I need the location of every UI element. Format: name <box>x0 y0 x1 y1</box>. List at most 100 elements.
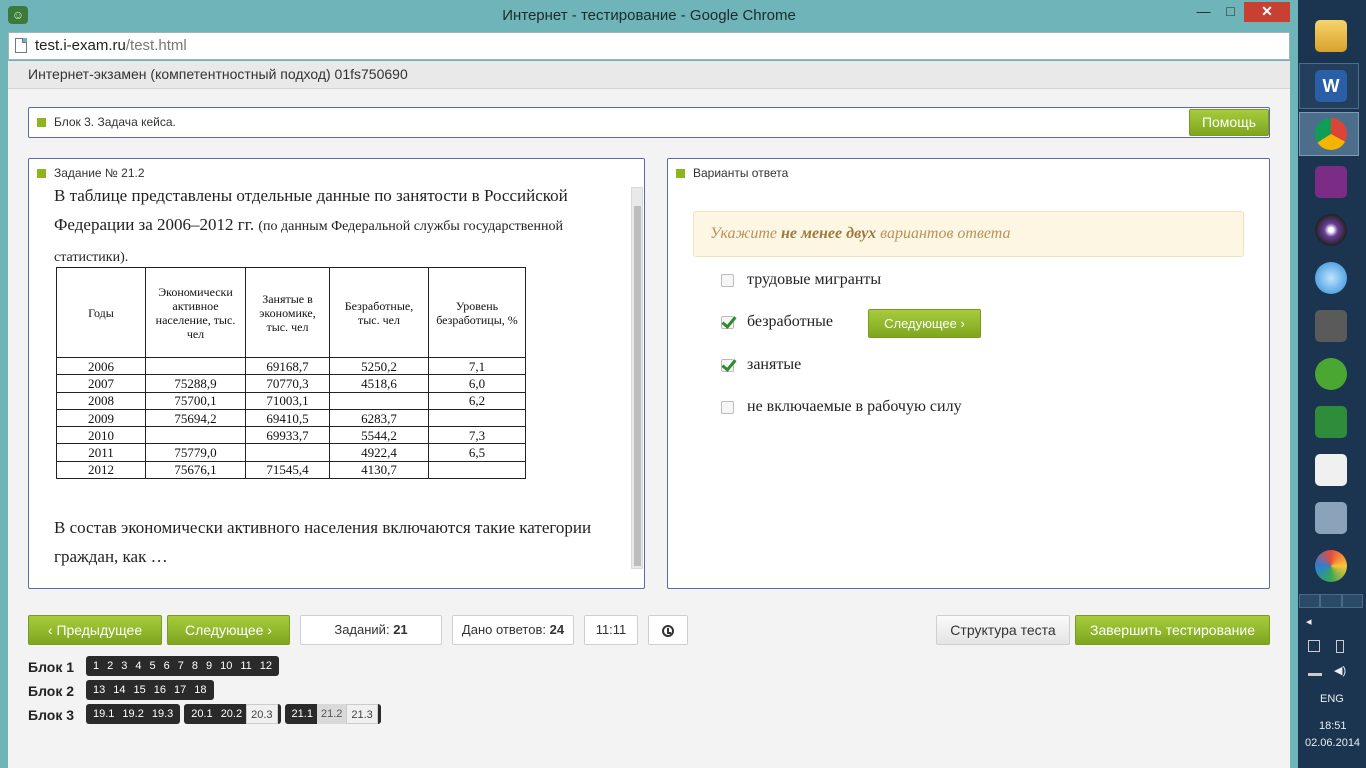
question-number[interactable]: 1 <box>89 656 103 676</box>
task-intro: В таблице представлены отдельные данные … <box>54 181 614 272</box>
question-number[interactable]: 5 <box>146 656 160 676</box>
table-cell: 2006 <box>56 356 146 376</box>
table-row: 2008 75700,1 71003,1 6,2 <box>56 391 526 410</box>
checkbox[interactable] <box>721 274 734 287</box>
answers-title-text: Варианты ответа <box>693 166 789 180</box>
antivirus-icon[interactable] <box>1315 406 1347 438</box>
next-button[interactable]: Следующее › <box>167 615 290 645</box>
taskbar-scroll[interactable] <box>1299 594 1363 608</box>
question-number[interactable]: 13 <box>89 680 109 700</box>
question-number[interactable]: 21.3 <box>346 704 378 724</box>
close-button[interactable]: ✕ <box>1244 2 1290 22</box>
tools-icon[interactable] <box>1315 310 1347 342</box>
answers-title: Варианты ответа <box>676 166 788 180</box>
table-row: 2012 75676,1 71545,4 4130,7 <box>56 460 526 480</box>
col-header: Экономически активное население, тыс. че… <box>145 267 246 358</box>
network-icon[interactable] <box>1308 666 1322 676</box>
question-number[interactable]: 4 <box>131 656 145 676</box>
question-group: 19.1 19.2 19.3 <box>86 704 181 724</box>
question-number[interactable]: 14 <box>109 680 129 700</box>
question-number[interactable]: 16 <box>150 680 170 700</box>
option-label: не включаемые в рабочую силу <box>747 398 962 415</box>
question-number[interactable]: 11 <box>236 656 255 676</box>
question-number[interactable]: 20.3 <box>246 704 278 724</box>
question-number[interactable]: 7 <box>174 656 188 676</box>
bullet-icon <box>676 169 685 179</box>
question-number[interactable]: 15 <box>130 680 150 700</box>
chevron-right-icon: › <box>960 316 965 331</box>
url-text[interactable]: test.i-exam.ru/test.html <box>35 37 187 54</box>
camera-icon[interactable] <box>1315 502 1347 534</box>
checkbox[interactable] <box>721 316 734 329</box>
chevron-right-icon: › <box>267 622 272 638</box>
video-player-icon[interactable] <box>1315 454 1347 486</box>
question-number[interactable]: 20.2 <box>217 704 246 724</box>
clock-time[interactable]: 18:51 <box>1319 720 1347 732</box>
scroll-left[interactable] <box>1299 594 1321 608</box>
checkbox[interactable] <box>721 359 734 372</box>
table-cell <box>329 391 429 410</box>
table-cell: 69168,7 <box>245 356 330 376</box>
table-cell <box>145 426 246 445</box>
paint-icon[interactable] <box>1315 550 1347 582</box>
table-row: 2010 69933,7 5544,2 7,3 <box>56 426 526 445</box>
previous-button[interactable]: ‹ Предыдущее <box>28 615 162 645</box>
question-number[interactable]: 19.1 <box>89 704 118 724</box>
flag-icon[interactable] <box>1308 640 1320 652</box>
tray-expand-icon[interactable]: ◂ <box>1306 615 1312 628</box>
file-explorer-icon[interactable] <box>1315 20 1347 52</box>
maximize-button[interactable]: □ <box>1217 2 1244 22</box>
test-structure-button[interactable]: Структура теста <box>936 615 1070 645</box>
itunes-icon[interactable] <box>1315 262 1347 294</box>
checkbox[interactable] <box>721 401 734 414</box>
question-number[interactable]: 17 <box>170 680 190 700</box>
question-number[interactable]: 2 <box>103 656 117 676</box>
question-number[interactable]: 3 <box>117 656 131 676</box>
question-number[interactable]: 21.1 <box>288 704 317 724</box>
finish-test-button[interactable]: Завершить тестирование <box>1075 615 1270 645</box>
language-indicator[interactable]: ENG <box>1320 693 1344 705</box>
block-title-text: Блок 3. Задача кейса. <box>54 115 176 129</box>
question-number[interactable]: 9 <box>202 656 216 676</box>
table-cell: 2010 <box>56 426 146 445</box>
word-icon[interactable]: W <box>1315 70 1347 102</box>
utorrent-icon[interactable] <box>1315 358 1347 390</box>
media-player-icon[interactable] <box>1315 214 1347 246</box>
help-button[interactable]: Помощь <box>1189 109 1269 136</box>
battery-icon[interactable] <box>1336 640 1344 653</box>
block-3-bar: 19.1 19.2 19.3 20.1 20.2 20.3 21.1 21.2 21.3 <box>86 704 385 724</box>
question-number[interactable]: 21.2 <box>316 704 347 724</box>
prev-label: Предыдущее <box>56 622 143 638</box>
question-number[interactable]: 19.3 <box>148 704 177 724</box>
window-title: Интернет - тестирование - Google Chrome <box>502 7 796 24</box>
question-number[interactable]: 6 <box>160 656 174 676</box>
next-question-button[interactable]: Следующее › <box>868 309 981 338</box>
chrome-icon[interactable] <box>1315 118 1347 150</box>
volume-icon[interactable]: ◀) <box>1334 664 1346 677</box>
hint-pre: Укажите <box>710 225 777 242</box>
clock-date[interactable]: 02.06.2014 <box>1305 737 1360 749</box>
question-group: 13 14 15 16 17 18 <box>86 680 214 700</box>
scroll-right[interactable] <box>1341 594 1363 608</box>
question-number[interactable]: 12 <box>256 656 276 676</box>
app-c-icon[interactable] <box>1315 166 1347 198</box>
block-label: Блок 2 <box>28 683 75 699</box>
timer-button[interactable] <box>648 615 688 645</box>
task-scrollbar[interactable] <box>631 187 643 569</box>
scroll-thumb[interactable] <box>634 206 641 566</box>
table-cell: 75779,0 <box>145 443 246 462</box>
table-row: 2009 75694,2 69410,5 6283,7 <box>56 408 526 428</box>
tasks-count: 21 <box>393 622 408 637</box>
table-cell <box>428 460 526 480</box>
scroll-mid[interactable] <box>1320 594 1342 608</box>
question-number[interactable]: 10 <box>216 656 236 676</box>
bullet-icon <box>37 118 46 128</box>
minimize-button[interactable]: — <box>1190 2 1217 22</box>
taskbar: W ◂ ◀) ENG 18:51 02.06.2014 <box>1298 0 1366 768</box>
question-number[interactable]: 18 <box>190 680 210 700</box>
question-number[interactable]: 8 <box>188 656 202 676</box>
address-bar[interactable]: test.i-exam.ru/test.html <box>8 32 1290 60</box>
question-number[interactable]: 19.2 <box>118 704 147 724</box>
question-number[interactable]: 20.1 <box>187 704 216 724</box>
table-header-row: Годы Экономически активное население, ты… <box>56 267 526 358</box>
